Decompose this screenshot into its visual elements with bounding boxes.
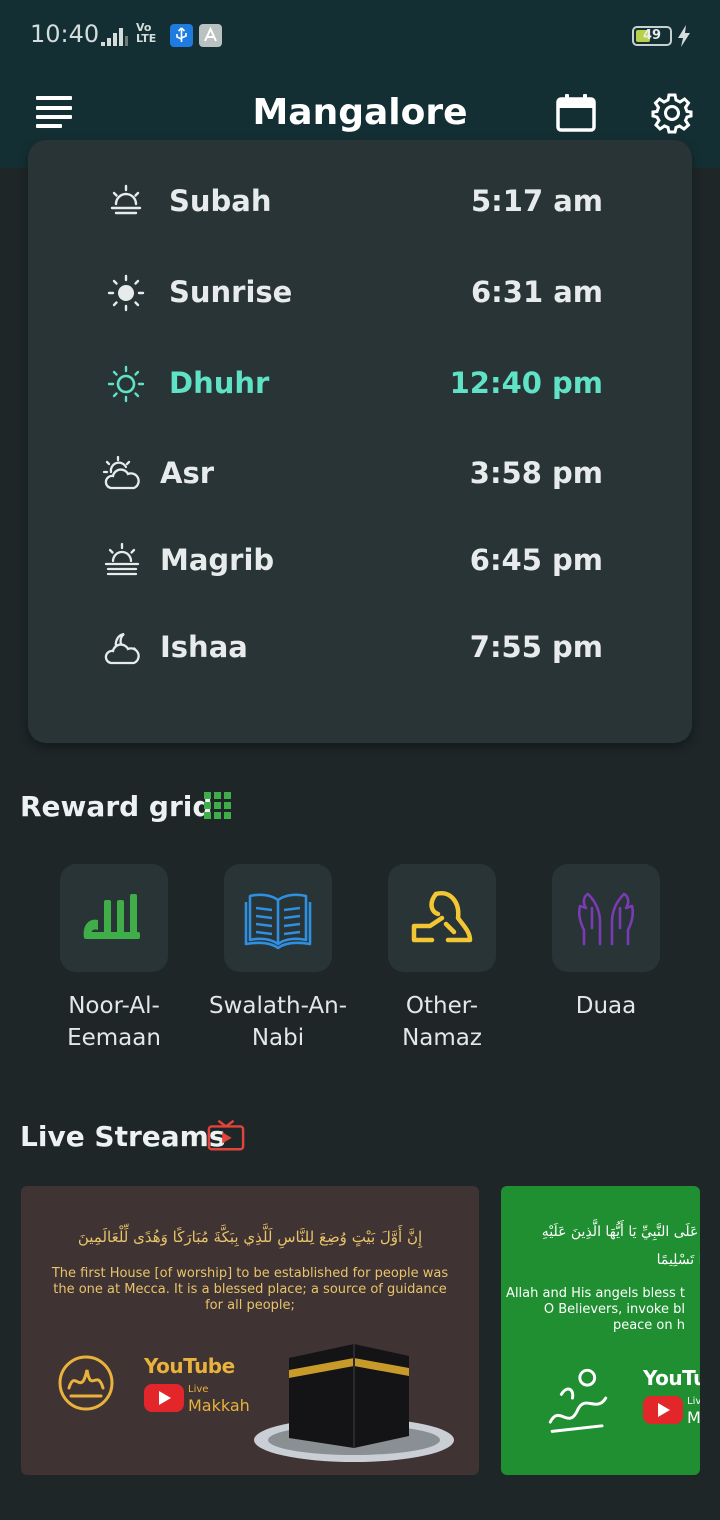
page-title: Mangalore <box>252 92 468 133</box>
reward-tile-duaa[interactable] <box>552 864 660 972</box>
reward-tile-label: Noor-Al-Eemaan <box>67 993 161 1051</box>
volte-indicator: Vo LTE <box>136 21 157 45</box>
prayer-time: 3:58 pm <box>469 456 603 490</box>
stream-arabic-verse: إِنَّ أَوَّلَ بَيْتٍ وُضِعَ لِلنَّاسِ لَ… <box>77 1228 423 1246</box>
youtube-brand: YouTube <box>144 1354 235 1378</box>
kaaba-icon <box>254 1344 454 1462</box>
gear-icon[interactable] <box>651 92 693 134</box>
prayer-row-ishaa: Ishaa 7:55 pm <box>28 618 692 678</box>
prayer-name: Asr <box>160 456 215 490</box>
allah-calligraphy-icon <box>83 894 140 939</box>
status-bar: 10:40 Vo LTE 49 <box>0 0 720 72</box>
stream-city: Makkah <box>188 1396 250 1415</box>
prayer-row-dhuhr: Dhuhr 12:40 pm <box>28 354 692 414</box>
prayer-row-sunrise: Sunrise 6:31 am <box>28 263 692 323</box>
youtube-brand: YouTub <box>643 1366 700 1390</box>
live-label: Live <box>188 1384 209 1395</box>
prayer-row-subah: Subah 5:17 am <box>28 172 692 232</box>
open-book-icon <box>244 893 312 950</box>
status-time: 10:40 <box>30 20 100 48</box>
signal-icon <box>101 28 128 46</box>
prayer-name: Ishaa <box>160 630 248 664</box>
reward-tile-swalath-an-nabi[interactable] <box>224 864 332 972</box>
prayer-time: 6:45 pm <box>469 543 603 577</box>
app-store-icon <box>199 24 222 47</box>
grid-icon <box>204 792 231 819</box>
live-label: Liv <box>687 1396 700 1407</box>
youtube-play-icon <box>144 1384 184 1412</box>
prayer-time: 6:31 am <box>470 275 603 309</box>
sunset-icon <box>104 542 140 576</box>
prayer-name: Magrib <box>160 543 275 577</box>
stream-city: M <box>687 1408 700 1427</box>
prayer-name: Sunrise <box>169 275 293 309</box>
stream-translation: The first House [of worship] to be estab… <box>51 1266 449 1313</box>
live-stream-card-makkah[interactable]: إِنَّ أَوَّلَ بَيْتٍ وُضِعَ لِلنَّاسِ لَ… <box>21 1186 479 1475</box>
muhammad-calligraphy-icon <box>548 1368 608 1433</box>
reward-tile-label: Swalath-An-Nabi <box>209 993 347 1051</box>
live-stream-card-madinah[interactable]: يُصَلُّونَ عَلَى النَّبِيِّ يَا أَيُّهَا… <box>501 1186 700 1475</box>
usb-icon <box>170 24 193 47</box>
praying-hands-icon <box>577 892 635 946</box>
prayer-time: 5:17 am <box>470 184 603 218</box>
prayer-row-magrib: Magrib 6:45 pm <box>28 531 692 591</box>
sun-outline-icon <box>107 365 145 403</box>
calligraphy-seal-icon <box>58 1355 114 1411</box>
reward-tile-other-namaz[interactable] <box>388 864 496 972</box>
battery-icon: 49 <box>632 26 672 46</box>
moon-cloud-icon <box>104 632 140 665</box>
prayer-row-asr: Asr 3:58 pm <box>28 444 692 504</box>
prayer-times-card: Subah 5:17 am Sunrise 6:31 am Dhuhr 12:4… <box>28 140 692 743</box>
menu-icon[interactable] <box>36 94 76 130</box>
live-streams-label: Live Streams <box>20 1120 226 1153</box>
stream-arabic-verse: يُصَلُّونَ عَلَى النَّبِيِّ يَا أَيُّهَا… <box>541 1224 700 1268</box>
reward-grid-title: Reward grid <box>20 790 212 823</box>
youtube-play-icon <box>643 1396 683 1424</box>
prayer-name: Dhuhr <box>169 366 270 400</box>
reward-tile-label: Duaa <box>575 993 637 1019</box>
prayer-name: Subah <box>169 184 272 218</box>
calendar-icon[interactable] <box>556 94 596 132</box>
stream-translation: Allah and His angels bless t O Believers… <box>506 1286 685 1333</box>
charging-icon <box>678 25 690 47</box>
prayer-time: 12:40 pm <box>449 366 603 400</box>
prayer-time: 7:55 pm <box>469 630 603 664</box>
reward-tile-noor-al-eemaan[interactable] <box>60 864 168 972</box>
sun-icon <box>107 274 145 312</box>
live-streams-title: Live Streams <box>20 1120 226 1153</box>
prayer-person-icon <box>411 890 473 943</box>
battery-level: 49 <box>642 28 662 43</box>
reward-tile-label: Other-Namaz <box>402 993 482 1051</box>
dawn-icon <box>110 184 142 215</box>
live-tv-icon <box>207 1119 245 1151</box>
sun-cloud-icon <box>102 455 140 490</box>
reward-grid-label: Reward grid <box>20 790 213 823</box>
